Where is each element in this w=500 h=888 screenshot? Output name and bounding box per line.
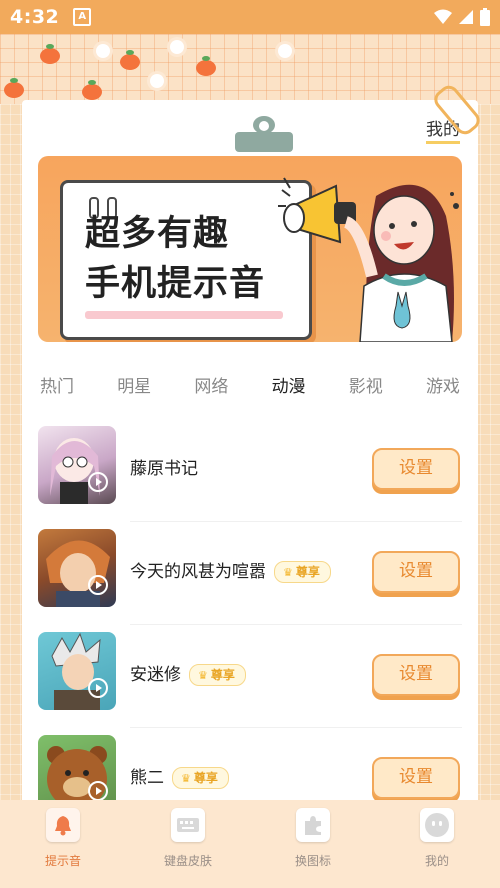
notification-icon: A xyxy=(73,8,92,26)
crown-icon: ♛ xyxy=(181,772,191,785)
puzzle-icon xyxy=(296,808,330,842)
flower-decoration xyxy=(150,74,164,88)
status-bar: 4:32 A xyxy=(0,0,500,34)
divider xyxy=(130,521,462,522)
vip-badge-label: 尊享 xyxy=(295,565,320,579)
tab-internet[interactable]: 网络 xyxy=(194,372,228,397)
flower-decoration xyxy=(278,44,292,58)
ringtone-thumbnail xyxy=(38,529,116,607)
tab-hot[interactable]: 热门 xyxy=(40,372,74,397)
vip-badge-label: 尊享 xyxy=(193,771,218,785)
nav-change-icon[interactable]: 换图标 xyxy=(268,808,358,869)
ringtone-thumbnail xyxy=(38,632,116,710)
banner-title-line1: 超多有趣 xyxy=(85,214,230,254)
fruit-decoration xyxy=(4,78,24,98)
signal-icon xyxy=(459,10,473,24)
girl-megaphone-illustration xyxy=(278,177,459,342)
flower-decoration xyxy=(96,44,110,58)
fruit-decoration xyxy=(120,50,140,70)
smiley-icon xyxy=(420,808,454,842)
set-ringtone-button[interactable]: 设置 xyxy=(372,757,460,799)
set-ringtone-button[interactable]: 设置 xyxy=(372,654,460,696)
bottom-nav: 提示音 键盘皮肤 换图标 我的 xyxy=(0,800,500,888)
fruit-decoration xyxy=(82,80,102,100)
flower-decoration xyxy=(170,40,184,54)
fruit-decoration xyxy=(40,44,60,64)
list-item[interactable]: 今天的风甚为喧嚣 ♛ 尊享 设置 xyxy=(38,529,462,625)
divider xyxy=(130,624,462,625)
ringtone-title: 安迷修 ♛ 尊享 xyxy=(130,660,246,686)
wifi-icon xyxy=(434,9,452,24)
nav-label: 换图标 xyxy=(294,854,331,868)
promo-banner[interactable]: 超多有趣 手机提示音 xyxy=(38,156,462,342)
banner-board: 超多有趣 手机提示音 xyxy=(60,180,312,340)
bell-icon xyxy=(46,808,80,842)
status-icons xyxy=(434,8,490,26)
ringtone-title: 今天的风甚为喧嚣 ♛ 尊享 xyxy=(130,557,331,583)
tab-anime[interactable]: 动漫 xyxy=(272,372,306,397)
nav-label: 提示音 xyxy=(44,854,81,868)
ringtone-title: 藤原书记 xyxy=(130,459,198,479)
tab-games[interactable]: 游戏 xyxy=(426,372,460,397)
banner-title-line2: 手机提示音 xyxy=(85,264,266,304)
ringtone-title-text: 熊二 xyxy=(130,768,164,788)
vip-badge: ♛ 尊享 xyxy=(189,664,246,686)
vip-badge: ♛ 尊享 xyxy=(172,767,229,789)
crown-icon: ♛ xyxy=(283,566,293,579)
crown-icon: ♛ xyxy=(198,669,208,682)
keyboard-icon xyxy=(171,808,205,842)
content-card: 我的 超多有趣 手机提示音 热门 明星 网络 动漫 影视 游戏 藤原书记 设置 … xyxy=(22,100,478,820)
play-icon[interactable] xyxy=(88,472,108,492)
set-ringtone-button[interactable]: 设置 xyxy=(372,551,460,593)
status-time: 4:32 xyxy=(10,6,60,28)
clip-decoration xyxy=(235,116,293,152)
ringtone-title-text: 今天的风甚为喧嚣 xyxy=(130,562,266,582)
nav-label: 键盘皮肤 xyxy=(163,854,212,868)
nav-ringtones[interactable]: 提示音 xyxy=(18,808,108,869)
ringtone-title: 熊二 ♛ 尊享 xyxy=(130,763,229,789)
list-item[interactable]: 藤原书记 设置 xyxy=(38,426,462,522)
fruit-decoration xyxy=(196,56,216,76)
divider xyxy=(130,727,462,728)
ringtone-title-text: 安迷修 xyxy=(130,665,181,685)
vip-badge-label: 尊享 xyxy=(210,668,235,682)
ringtone-thumbnail xyxy=(38,426,116,504)
decorative-strip xyxy=(0,34,500,104)
play-icon[interactable] xyxy=(88,781,108,801)
list-item[interactable]: 安迷修 ♛ 尊享 设置 xyxy=(38,632,462,728)
tab-film[interactable]: 影视 xyxy=(349,372,383,397)
set-ringtone-button[interactable]: 设置 xyxy=(372,448,460,490)
tab-stars[interactable]: 明星 xyxy=(117,372,151,397)
play-icon[interactable] xyxy=(88,575,108,595)
battery-icon xyxy=(480,8,490,26)
nav-mine[interactable]: 我的 xyxy=(392,808,482,869)
nav-keyboard-skins[interactable]: 键盘皮肤 xyxy=(143,808,233,869)
category-tabs: 热门 明星 网络 动漫 影视 游戏 xyxy=(22,372,478,397)
play-icon[interactable] xyxy=(88,678,108,698)
banner-underline xyxy=(85,311,283,319)
nav-label: 我的 xyxy=(424,854,449,868)
vip-badge: ♛ 尊享 xyxy=(274,561,331,583)
